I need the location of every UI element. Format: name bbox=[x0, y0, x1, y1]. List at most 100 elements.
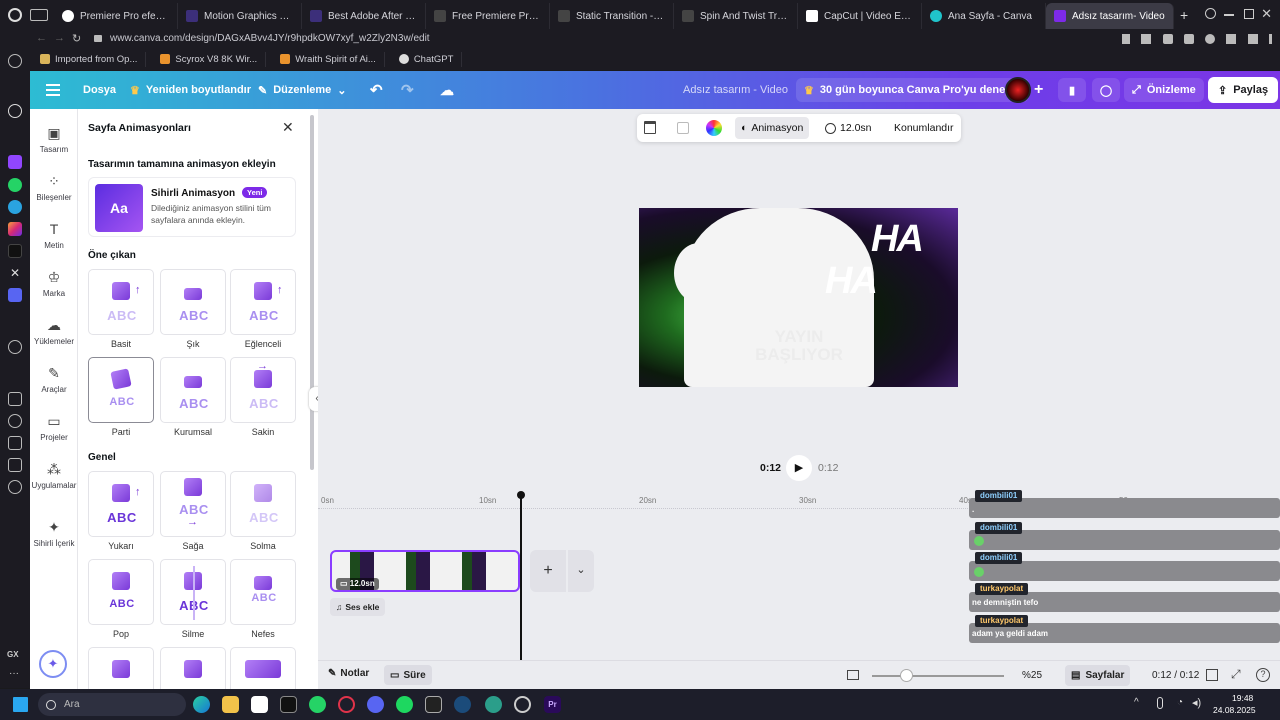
animation-saga[interactable]: ABC → bbox=[160, 471, 226, 537]
browser-tab-active[interactable]: Adsız tasarım- Video bbox=[1046, 3, 1174, 29]
search-tabs-icon[interactable] bbox=[1205, 8, 1216, 19]
downloads-icon[interactable] bbox=[8, 436, 22, 450]
url-field[interactable]: www.canva.com/design/DAGxABvv4JY/r9hpdkO… bbox=[92, 31, 1112, 47]
redo-button[interactable]: ↷ bbox=[401, 71, 414, 109]
add-page-button[interactable]: + bbox=[530, 550, 566, 592]
add-people-icon[interactable]: + bbox=[1034, 71, 1043, 109]
magic-animation-card[interactable]: Aa Sihirli Animasyon Yeni Dilediğiniz an… bbox=[88, 177, 296, 237]
opera-logo-icon[interactable] bbox=[0, 0, 30, 30]
whatsapp-taskbar-icon[interactable] bbox=[309, 696, 326, 713]
bookmark-item[interactable]: Wraith Spirit of Ai... bbox=[272, 51, 385, 67]
capcut-icon[interactable] bbox=[280, 696, 297, 713]
zoom-level[interactable]: %25 bbox=[1022, 670, 1042, 681]
settings-icon[interactable] bbox=[8, 480, 22, 494]
rail-item-magic[interactable]: ✦ Sihirli İçerik bbox=[30, 519, 78, 548]
rail-item-brand[interactable]: ♔ Marka bbox=[30, 269, 78, 298]
insights-icon[interactable]: ▮ bbox=[1058, 78, 1086, 102]
rail-item-elements[interactable]: ⁘ Bileşenler bbox=[30, 173, 78, 202]
back-icon[interactable]: ← bbox=[36, 32, 47, 44]
gear-app-icon[interactable] bbox=[485, 696, 502, 713]
store-icon[interactable] bbox=[251, 696, 268, 713]
duration-button[interactable]: 12.0sn bbox=[825, 117, 872, 139]
discord-icon[interactable] bbox=[8, 288, 22, 302]
taskbar-search[interactable]: Ara bbox=[38, 693, 186, 716]
wifi-icon[interactable]: ◔ bbox=[1177, 697, 1183, 708]
steam-icon[interactable] bbox=[454, 696, 471, 713]
rail-item-apps[interactable]: ⁂ Uygulamalar bbox=[30, 461, 78, 490]
flip-icon[interactable] bbox=[677, 122, 689, 134]
panel-scrollbar[interactable] bbox=[310, 115, 314, 470]
reload-icon[interactable]: ↻ bbox=[72, 32, 81, 45]
whatsapp-icon[interactable] bbox=[8, 178, 22, 192]
hamburger-menu-icon[interactable] bbox=[46, 84, 60, 96]
file-menu-button[interactable]: Dosya bbox=[83, 71, 116, 109]
aria-icon[interactable] bbox=[8, 104, 22, 118]
spotify-icon[interactable] bbox=[396, 696, 413, 713]
opera-gx-icon[interactable] bbox=[338, 696, 355, 713]
browser-tab[interactable]: Spin And Twist Transitio bbox=[674, 3, 798, 29]
player-icon[interactable] bbox=[8, 340, 22, 354]
gx-icon[interactable]: GX bbox=[7, 650, 19, 659]
rail-item-uploads[interactable]: ☁ Yüklemeler bbox=[30, 317, 78, 346]
browser-tab[interactable]: Premiere Pro efekt kayn bbox=[54, 3, 178, 29]
browser-tab[interactable]: Static Transition - Free bbox=[550, 3, 674, 29]
more-icon[interactable]: ··· bbox=[9, 668, 19, 679]
browser-tab[interactable]: Ana Sayfa - Canva bbox=[922, 3, 1046, 29]
close-window-icon[interactable]: ✕ bbox=[1261, 6, 1272, 22]
animation-parti[interactable]: ABC bbox=[88, 357, 154, 423]
position-button[interactable]: Konumlandır bbox=[894, 117, 954, 139]
animation-sakin[interactable]: → ABC bbox=[230, 357, 296, 423]
rail-item-text[interactable]: T Metin bbox=[30, 221, 78, 250]
playhead-handle[interactable] bbox=[517, 491, 525, 499]
rail-item-projects[interactable]: ▭ Projeler bbox=[30, 413, 78, 442]
canvas-text-ha-2[interactable]: HA bbox=[825, 260, 878, 303]
edge-icon[interactable] bbox=[193, 696, 210, 713]
workspace-icon[interactable] bbox=[30, 9, 48, 21]
history-icon[interactable] bbox=[8, 54, 22, 68]
extensions-icon[interactable] bbox=[8, 458, 22, 472]
animation-eglenceli[interactable]: ↑ ABC bbox=[230, 269, 296, 335]
close-panel-icon[interactable]: ✕ bbox=[282, 119, 294, 136]
twitch-icon[interactable] bbox=[8, 155, 22, 169]
maximize-icon[interactable] bbox=[1244, 9, 1254, 19]
zoom-slider-track[interactable] bbox=[872, 675, 1004, 677]
discord-taskbar-icon[interactable] bbox=[367, 696, 384, 713]
resize-button[interactable]: ♛ Yeniden boyutlandır bbox=[130, 71, 251, 109]
x-icon[interactable]: ✕ bbox=[8, 266, 22, 280]
notes-button[interactable]: ✎ Notlar bbox=[328, 668, 369, 679]
canvas-page[interactable]: HA HA YAYIN BAŞLIYOR bbox=[639, 208, 958, 387]
preview-button[interactable]: ⤢ Önizleme bbox=[1124, 78, 1204, 102]
windows-start-icon[interactable] bbox=[13, 697, 28, 712]
avatar[interactable] bbox=[1005, 77, 1031, 103]
animation-pop[interactable]: ABC bbox=[88, 559, 154, 625]
clock-time[interactable]: 19:48 bbox=[1232, 693, 1253, 703]
heart-icon[interactable] bbox=[1205, 34, 1216, 44]
help-icon[interactable]: ? bbox=[1256, 668, 1270, 682]
forward-icon[interactable]: → bbox=[54, 32, 65, 44]
tray-chevron-icon[interactable]: ^ bbox=[1134, 697, 1139, 708]
volume-icon[interactable]: ◂) bbox=[1192, 696, 1201, 709]
trash-icon[interactable] bbox=[644, 121, 656, 134]
canvas-text-ha-1[interactable]: HA bbox=[871, 218, 924, 261]
mic-icon[interactable] bbox=[1157, 697, 1163, 709]
canvas-overlay-text[interactable]: YAYIN BAŞLIYOR bbox=[744, 328, 854, 364]
download-icon[interactable] bbox=[1247, 34, 1258, 44]
premiere-pro-icon[interactable]: Pr bbox=[544, 696, 561, 713]
color-wheel-icon[interactable] bbox=[706, 120, 722, 136]
comments-icon[interactable]: ◯ bbox=[1092, 78, 1120, 102]
bookmark-item[interactable]: Imported from Op... bbox=[32, 51, 147, 67]
camera-icon[interactable] bbox=[1141, 34, 1152, 44]
bookmark-item[interactable]: ChatGPT bbox=[391, 51, 463, 67]
minimize-icon[interactable] bbox=[1224, 14, 1234, 16]
clock-date[interactable]: 24.08.2025 bbox=[1213, 705, 1256, 715]
shield-icon[interactable] bbox=[1162, 34, 1173, 44]
add-audio-button[interactable]: ♫ Ses ekle bbox=[330, 598, 386, 616]
grid-view-icon[interactable] bbox=[1206, 669, 1218, 681]
menu-icon[interactable] bbox=[1268, 34, 1272, 44]
video-clip[interactable]: ▭ 12.0sn bbox=[330, 550, 520, 592]
fit-icon[interactable] bbox=[847, 670, 859, 680]
duration-toggle-button[interactable]: ▭ Süre bbox=[384, 665, 432, 685]
magic-assistant-button[interactable]: ✦ bbox=[39, 650, 67, 678]
animation-yukari[interactable]: ↑ ABC bbox=[88, 471, 154, 537]
animation-basit[interactable]: ↑ ABC bbox=[88, 269, 154, 335]
